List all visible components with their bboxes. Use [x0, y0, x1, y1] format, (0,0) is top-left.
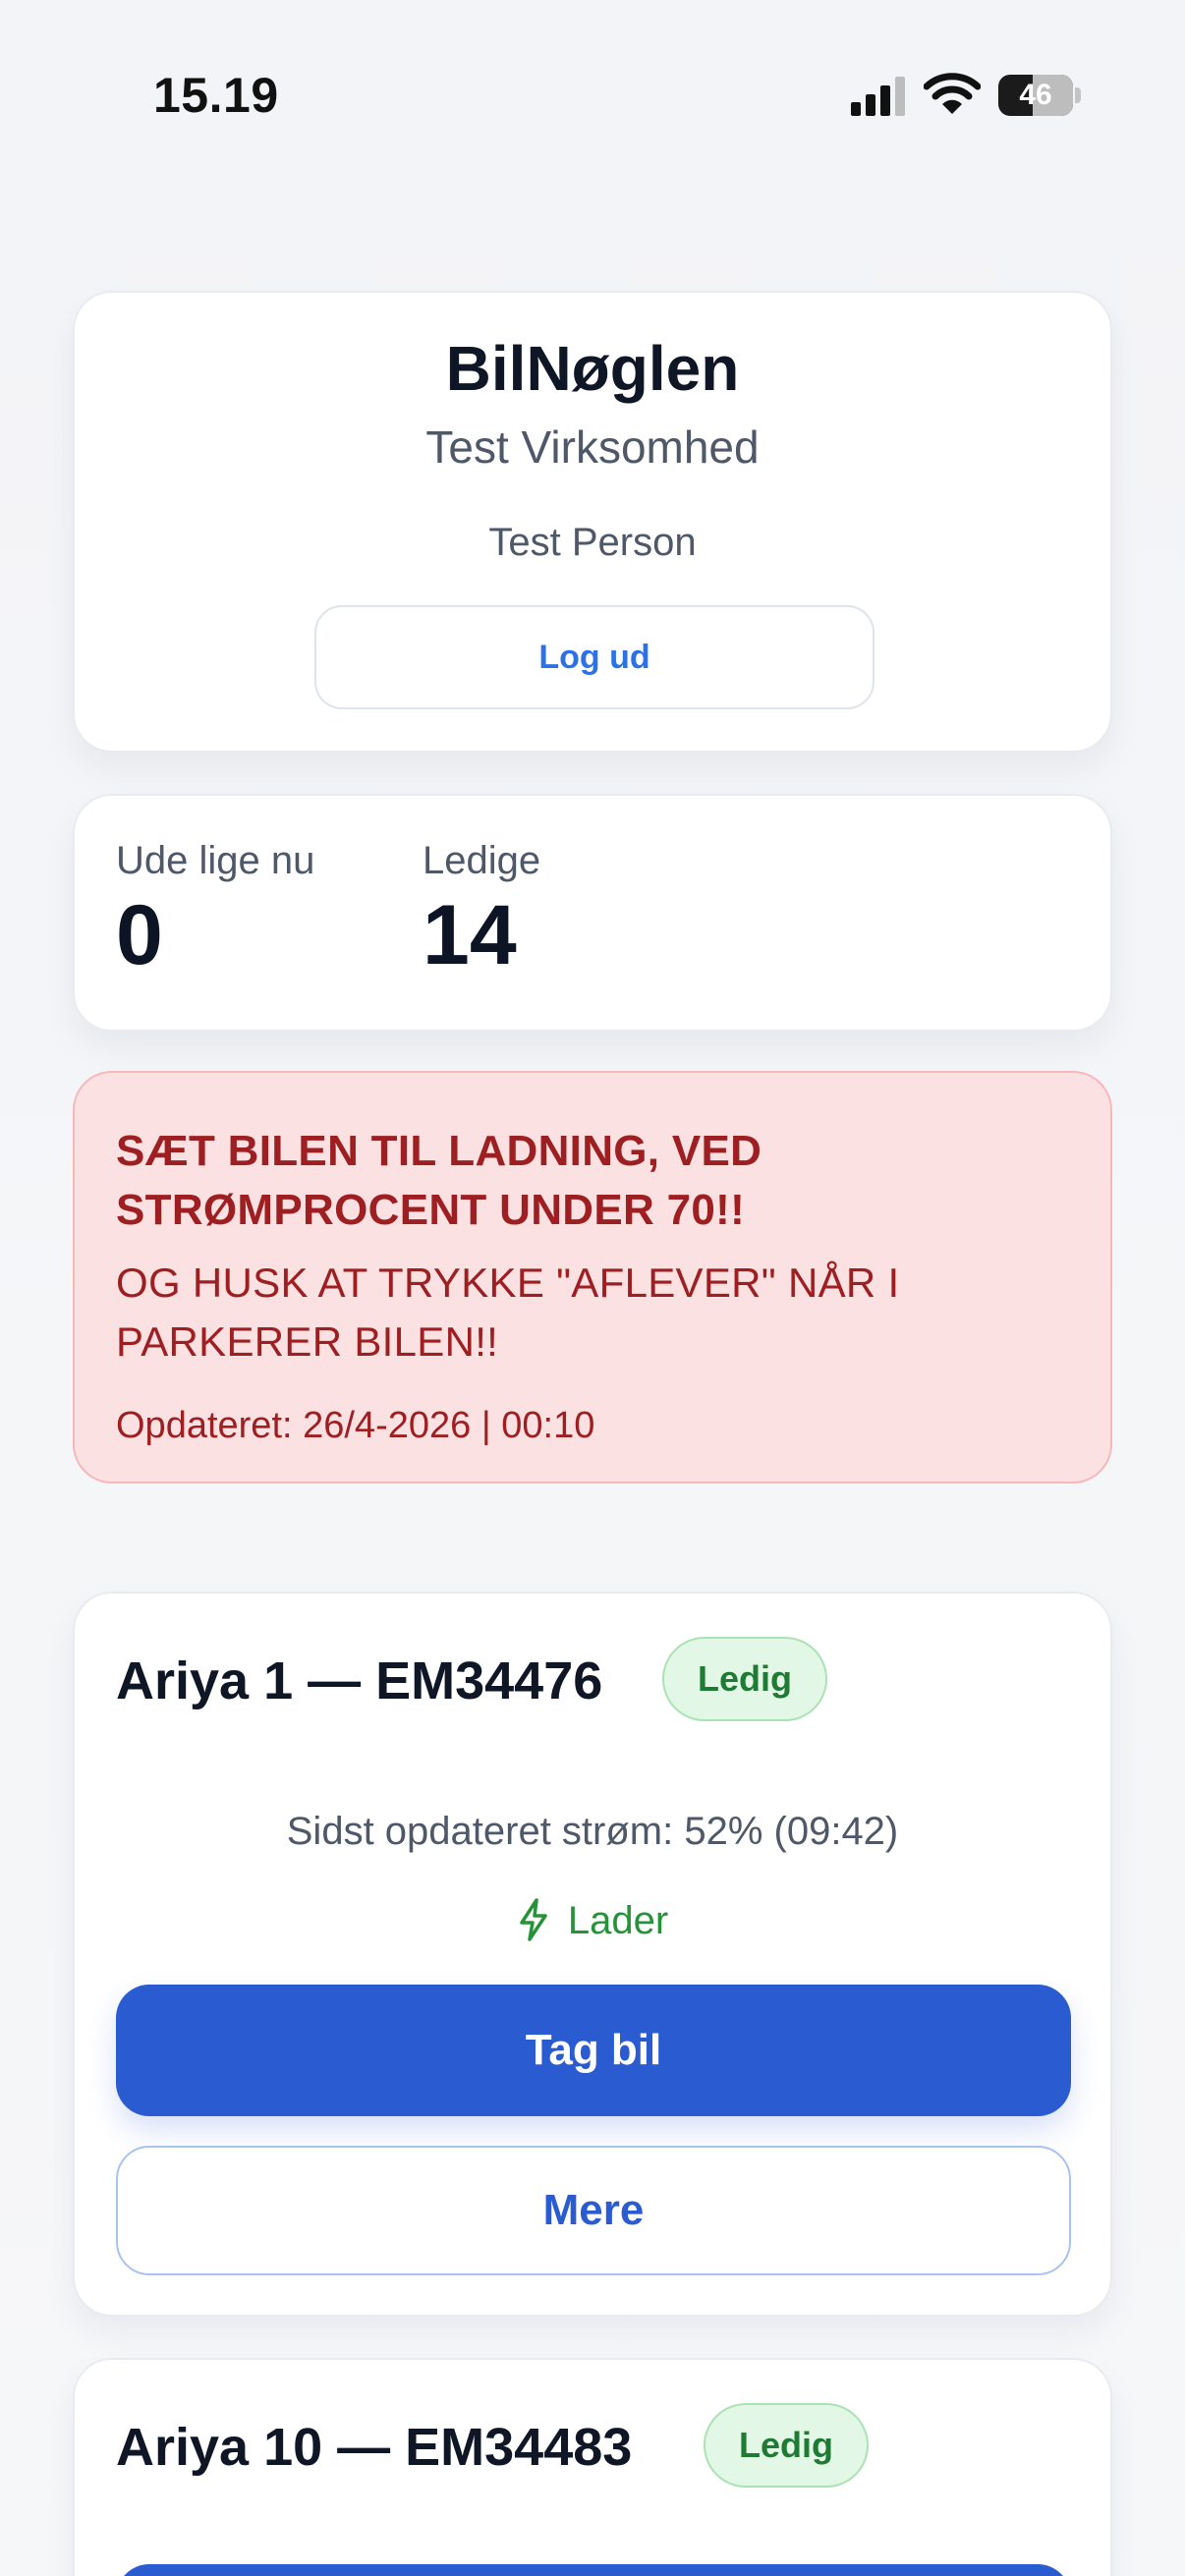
status-bar: 15.19 46: [0, 0, 1185, 187]
status-time: 15.19: [153, 68, 279, 123]
stat-free-label: Ledige: [423, 839, 541, 882]
company-name: Test Virksomhed: [425, 421, 760, 473]
car-card: Ariya 1 — EM34476 Ledig Sidst opdateret …: [73, 1592, 1112, 2317]
charging-label: Lader: [567, 1899, 669, 1942]
notice-headline: SÆT BILEN TIL LADNING, VED STRØMPROCENT …: [116, 1127, 762, 1234]
screen: 15.19 46 BilNøglen Test Virksomhed Test …: [0, 0, 1185, 2576]
battery-update-text: Sidst opdateret strøm: 52% (09:42): [286, 1810, 899, 1853]
stat-free-value: 14: [423, 888, 517, 982]
battery-level: 46: [1019, 79, 1052, 111]
charging-status: Lader: [75, 1898, 1110, 1943]
take-car-button[interactable]: Tag bil: [116, 1985, 1071, 2116]
battery-tip: [1075, 87, 1081, 103]
battery-body: 46: [998, 75, 1073, 116]
notice-body: OG HUSK AT TRYKKE "AFLEVER" NÅR I PARKER…: [116, 1260, 900, 1365]
car-card: Ariya 10 — EM34483 Ledig: [73, 2358, 1112, 2576]
logout-button[interactable]: Log ud: [314, 605, 875, 709]
signal-icon: [851, 77, 905, 116]
header-card: BilNøglen Test Virksomhed Test Person Lo…: [73, 291, 1112, 753]
battery-icon: 46: [998, 75, 1081, 116]
stat-out-label: Ude lige nu: [116, 839, 315, 882]
notice-updated: Opdateret: 26/4-2026 | 00:10: [116, 1405, 595, 1446]
car-title: Ariya 10 — EM34483: [116, 2418, 633, 2477]
alert-notice: SÆT BILEN TIL LADNING, VED STRØMPROCENT …: [73, 1071, 1112, 1484]
app-title: BilNøglen: [445, 333, 740, 404]
stat-out-value: 0: [116, 888, 163, 982]
stat-available: Ledige 14: [423, 839, 540, 978]
status-badge: Ledig: [662, 1637, 827, 1721]
stat-out-now: Ude lige nu 0: [116, 839, 314, 978]
wifi-icon: [924, 73, 981, 114]
person-name: Test Person: [488, 521, 697, 564]
take-car-button[interactable]: [116, 2564, 1071, 2576]
stats-card: Ude lige nu 0 Ledige 14: [73, 794, 1112, 1032]
more-button[interactable]: Mere: [116, 2146, 1071, 2275]
bolt-icon: [520, 1898, 547, 1941]
status-badge: Ledig: [704, 2403, 869, 2488]
car-title: Ariya 1 — EM34476: [116, 1652, 603, 1710]
